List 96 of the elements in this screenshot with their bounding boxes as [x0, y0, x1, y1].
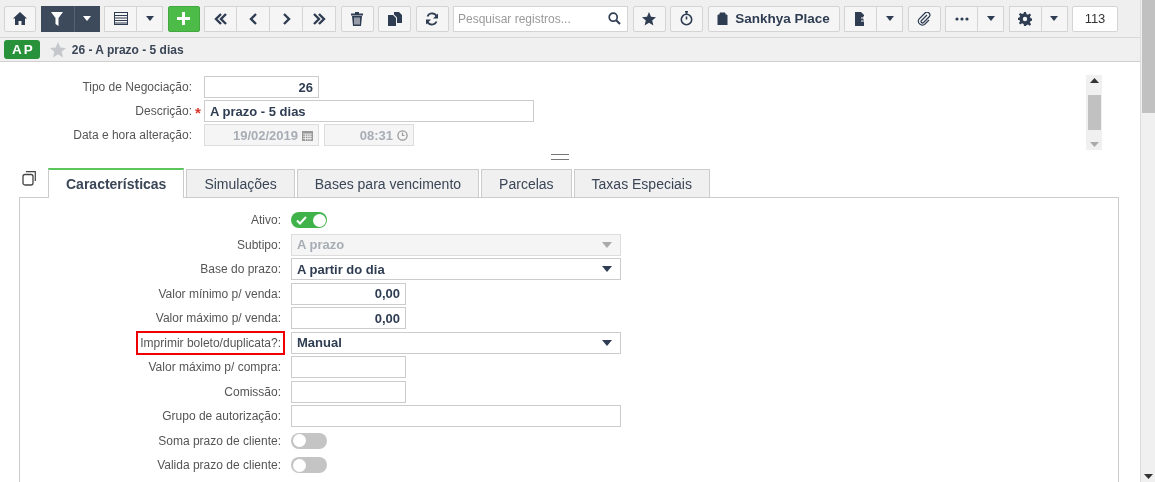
tab[interactable]: Parcelas: [481, 169, 572, 197]
search-icon: [608, 12, 621, 25]
caret-icon: [82, 16, 91, 21]
field-label: Tipo de Negociação:: [81, 80, 192, 94]
field-label: Ativo:: [250, 212, 282, 229]
grid-view-button[interactable]: [104, 5, 137, 32]
calendar-icon: [302, 129, 313, 141]
field-label: Imprimir boleto/duplicata?:: [136, 330, 285, 355]
chevron-left-icon: [248, 12, 258, 25]
settings-dropdown-button[interactable]: [1041, 5, 1068, 32]
grid-dropdown-button[interactable]: [137, 5, 163, 32]
field-label: Subtipo:: [235, 236, 282, 254]
star-icon: [642, 11, 656, 26]
resize-handle[interactable]: [550, 154, 569, 160]
input-field[interactable]: 0,00: [291, 307, 406, 329]
document-icon: [854, 11, 867, 26]
field-label: Descrição:: [134, 104, 192, 118]
document-export-button[interactable]: [844, 5, 877, 32]
document-dropdown-button[interactable]: [877, 5, 903, 32]
filter-button[interactable]: [40, 5, 74, 32]
timer-button[interactable]: [670, 5, 703, 32]
settings-icon: [1018, 11, 1032, 26]
caret-icon: [1050, 16, 1058, 21]
delete-button[interactable]: [340, 5, 374, 32]
input-field[interactable]: [291, 380, 406, 403]
filter-icon: [51, 11, 63, 26]
scroll-up-icon[interactable]: [1089, 78, 1099, 83]
last-record-button[interactable]: [303, 5, 336, 32]
toggle-switch[interactable]: [291, 457, 327, 473]
scrollbar[interactable]: [1086, 75, 1102, 150]
tab[interactable]: Características: [48, 168, 185, 198]
tab[interactable]: Taxas Especiais: [573, 169, 710, 197]
record-title: 26 - A prazo - 5 dias: [71, 42, 184, 57]
scrollbar-thumb[interactable]: [1087, 95, 1101, 130]
dropdown[interactable]: A partir do dia: [291, 258, 621, 280]
star-icon[interactable]: [49, 41, 66, 58]
first-record-button[interactable]: [204, 5, 237, 32]
previous-record-button[interactable]: [237, 5, 270, 32]
double-chevron-right-icon: [312, 12, 326, 25]
caret-icon: [602, 266, 612, 272]
scrollbar[interactable]: [1140, 0, 1155, 482]
required-mark: *: [195, 103, 201, 119]
documents-icon: [387, 11, 402, 26]
caret-icon: [602, 339, 612, 346]
field-label: Valor mínimo p/ venda:: [157, 285, 282, 303]
settings-button[interactable]: [1008, 5, 1042, 32]
stopwatch-icon: [680, 11, 693, 26]
input-field[interactable]: 0,00: [291, 282, 406, 305]
field-label: Soma prazo de cliente:: [157, 432, 282, 450]
tab[interactable]: Bases para vencimento: [296, 169, 480, 197]
app-badge: AP: [4, 40, 40, 59]
sankhya-place-button[interactable]: Sankhya Place: [707, 5, 840, 32]
input-field[interactable]: A prazo - 5 dias: [204, 100, 534, 122]
check-icon: [296, 215, 307, 225]
field-label: Grupo de autorização:: [161, 408, 282, 425]
copy-icon[interactable]: [22, 171, 37, 186]
home-icon: [13, 12, 27, 25]
table-icon: [113, 12, 128, 25]
field-label: Valor máximo p/ venda:: [154, 310, 282, 327]
field-label: Valor máximo p/ compra:: [147, 359, 282, 376]
tab[interactable]: Simulações: [186, 169, 295, 197]
scrollbar-thumb[interactable]: [1141, 0, 1155, 113]
dropdown[interactable]: Manual: [291, 331, 621, 354]
home-button[interactable]: [4, 5, 36, 32]
bag-icon: [717, 12, 729, 25]
field-label: Valida prazo de cliente:: [156, 457, 282, 474]
double-chevron-left-icon: [213, 12, 228, 25]
record-count: 113: [1072, 5, 1118, 32]
paperclip-icon: [917, 11, 931, 26]
field-label: Data e hora alteração:: [72, 128, 192, 142]
filter-dropdown-button[interactable]: [73, 5, 100, 32]
refresh-icon: [425, 11, 439, 26]
scroll-down-icon[interactable]: [1143, 474, 1153, 479]
copy-button[interactable]: [378, 5, 411, 32]
plus-icon: [177, 12, 190, 25]
input-field[interactable]: [291, 356, 406, 378]
trash-icon: [351, 11, 363, 26]
next-record-button[interactable]: [270, 5, 303, 32]
toggle-switch[interactable]: [291, 432, 327, 449]
caret-icon: [602, 241, 612, 248]
favorites-button[interactable]: [632, 5, 666, 32]
chevron-right-icon: [281, 12, 291, 25]
refresh-button[interactable]: [415, 5, 449, 32]
input-field[interactable]: 26: [204, 76, 319, 98]
caret-icon: [885, 16, 894, 21]
more-dropdown-button[interactable]: [978, 5, 1004, 32]
search-field[interactable]: Pesquisar registros...: [453, 5, 628, 32]
more-icon: [954, 16, 969, 21]
attachment-button[interactable]: [907, 5, 941, 32]
field-label: Comissão:: [223, 383, 282, 401]
field-label: Base do prazo:: [199, 261, 282, 278]
input-field[interactable]: [291, 405, 621, 427]
caret-icon: [145, 16, 154, 21]
clock-icon: [397, 129, 408, 141]
toggle-switch[interactable]: [291, 212, 327, 228]
caret-icon: [986, 16, 995, 21]
